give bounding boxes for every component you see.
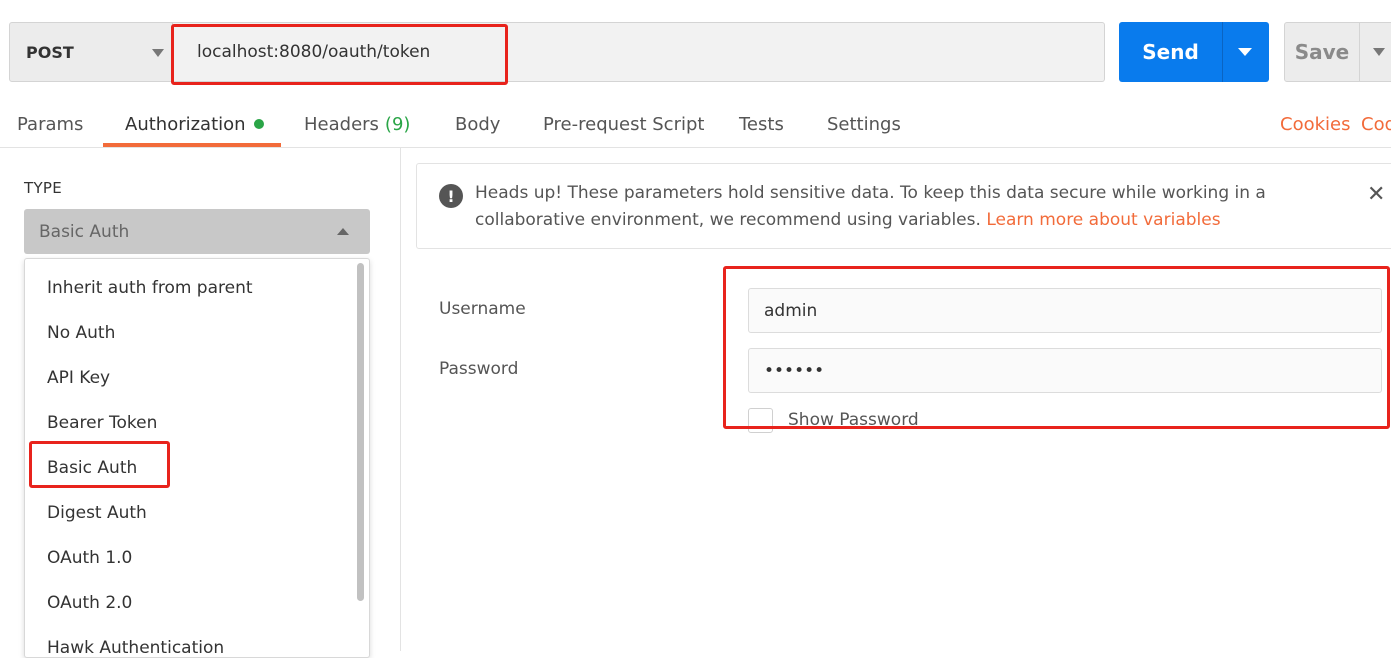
auth-type-selected: Basic Auth: [39, 221, 130, 242]
password-input[interactable]: ••••••: [748, 348, 1382, 393]
tab-authorization[interactable]: Authorization: [125, 110, 264, 138]
method-label: POST: [26, 42, 74, 62]
close-icon[interactable]: ✕: [1367, 182, 1385, 207]
username-value: admin: [764, 300, 818, 321]
menu-item-api-key[interactable]: API Key: [47, 363, 110, 393]
send-button[interactable]: Send: [1119, 22, 1269, 82]
tab-headers[interactable]: Headers (9): [304, 110, 410, 138]
url-input[interactable]: localhost:8080/oauth/token: [173, 22, 1105, 82]
send-divider: [1222, 22, 1223, 82]
method-select[interactable]: POST: [9, 22, 173, 82]
menu-item-basic-auth[interactable]: Basic Auth: [47, 453, 137, 483]
menu-item-oauth-2[interactable]: OAuth 2.0: [47, 588, 132, 618]
save-divider: [1359, 23, 1360, 81]
headers-count: (9): [384, 113, 411, 135]
password-label: Password: [439, 359, 519, 379]
auth-type-select[interactable]: Basic Auth: [24, 209, 370, 254]
tab-label: Body: [455, 113, 501, 135]
menu-item-no-auth[interactable]: No Auth: [47, 318, 115, 348]
tab-settings[interactable]: Settings: [827, 110, 901, 138]
chevron-down-icon: [152, 49, 164, 57]
cookies-link[interactable]: Cookies: [1280, 110, 1350, 138]
panel-divider: [400, 148, 401, 651]
save-dropdown-icon[interactable]: [1373, 48, 1385, 56]
tab-label: Params: [17, 113, 84, 135]
tab-label: Settings: [827, 113, 901, 135]
exclamation-icon: !: [439, 184, 463, 208]
menu-item-bearer-token[interactable]: Bearer Token: [47, 408, 157, 438]
menu-item-hawk-auth[interactable]: Hawk Authentication: [47, 633, 224, 657]
tab-body[interactable]: Body: [455, 110, 500, 138]
tab-label: Tests: [739, 113, 784, 135]
alert-text: Heads up! These parameters hold sensitiv…: [475, 180, 1315, 234]
menu-item-oauth-1[interactable]: OAuth 1.0: [47, 543, 132, 573]
menu-item-inherit-auth[interactable]: Inherit auth from parent: [47, 273, 253, 303]
username-input[interactable]: admin: [748, 288, 1382, 333]
tabs-divider: [0, 147, 1391, 148]
tab-pre-request-script[interactable]: Pre-request Script: [543, 110, 704, 138]
send-label: Send: [1142, 40, 1199, 64]
menu-scrollbar[interactable]: [357, 263, 364, 601]
save-label: Save: [1294, 40, 1350, 64]
tab-label: Authorization: [125, 113, 246, 135]
send-dropdown-icon[interactable]: [1238, 48, 1252, 56]
url-text: localhost:8080/oauth/token: [197, 42, 431, 62]
tab-label: Pre-request Script: [543, 113, 705, 135]
show-password-label: Show Password: [788, 410, 919, 430]
menu-item-digest-auth[interactable]: Digest Auth: [47, 498, 147, 528]
sensitive-data-alert: ! Heads up! These parameters hold sensit…: [416, 163, 1391, 249]
save-button[interactable]: Save: [1284, 22, 1391, 82]
type-label: TYPE: [24, 179, 63, 197]
show-password-checkbox[interactable]: [748, 408, 773, 433]
tab-tests[interactable]: Tests: [739, 110, 784, 138]
code-link[interactable]: Code: [1361, 110, 1391, 138]
password-value: ••••••: [764, 360, 825, 381]
chevron-up-icon: [337, 228, 349, 235]
learn-more-link[interactable]: Learn more about variables: [986, 210, 1220, 230]
tab-label: Headers: [304, 113, 379, 135]
username-label: Username: [439, 299, 526, 319]
auth-type-menu: Inherit auth from parent No Auth API Key…: [24, 258, 370, 658]
tab-params[interactable]: Params: [17, 110, 83, 138]
active-indicator-icon: [253, 119, 264, 129]
